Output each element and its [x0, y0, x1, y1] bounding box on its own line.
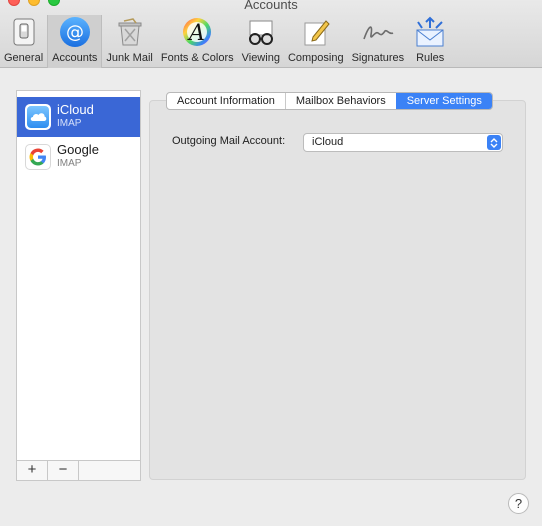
- toolbar-label: Signatures: [351, 52, 405, 64]
- toolbar-general[interactable]: General: [0, 15, 47, 68]
- toolbar-label: Accounts: [52, 52, 98, 64]
- toolbar-label: Composing: [287, 52, 344, 64]
- title-bar: Accounts General @ Accounts Junk Mail A …: [0, 0, 542, 68]
- settings-tab-bar: Account Information Mailbox Behaviors Se…: [166, 92, 493, 110]
- tab-server-settings[interactable]: Server Settings: [395, 93, 492, 109]
- account-type: IMAP: [57, 118, 82, 129]
- account-row-icloud[interactable]: iCloud IMAP: [17, 97, 140, 137]
- tab-account-information[interactable]: Account Information: [167, 93, 285, 109]
- toolbar-composing[interactable]: Composing: [284, 15, 348, 68]
- signature-icon: [360, 15, 396, 49]
- google-icon: [25, 144, 51, 170]
- svg-text:@: @: [66, 22, 84, 43]
- svg-text:A: A: [187, 21, 205, 46]
- toolbar-signatures[interactable]: Signatures: [348, 15, 409, 68]
- tab-mailbox-behaviors[interactable]: Mailbox Behaviors: [284, 93, 396, 109]
- toolbar-viewing[interactable]: Viewing: [238, 15, 284, 68]
- envelope-arrows-icon: [412, 15, 448, 49]
- outgoing-mail-account-value: iCloud: [312, 136, 344, 148]
- outgoing-mail-account-label: Outgoing Mail Account:: [172, 135, 286, 147]
- account-name: iCloud: [57, 102, 94, 117]
- toolbar-accounts[interactable]: @ Accounts: [47, 15, 103, 68]
- toolbar-fonts-colors[interactable]: A Fonts & Colors: [157, 15, 238, 68]
- remove-account-button[interactable]: −: [48, 461, 79, 480]
- outgoing-mail-account-select[interactable]: iCloud: [303, 133, 503, 152]
- account-name: Google: [57, 142, 99, 157]
- trash-bin-icon: [112, 15, 148, 49]
- accounts-list: iCloud IMAP Google IMAP: [16, 90, 141, 460]
- account-settings-panel: [149, 100, 526, 480]
- toolbar-label: General: [4, 52, 44, 64]
- icloud-icon: [25, 104, 51, 130]
- account-row-google[interactable]: Google IMAP: [17, 137, 140, 177]
- preferences-toolbar: General @ Accounts Junk Mail A Fonts & C…: [0, 15, 452, 68]
- glasses-icon: [243, 15, 279, 49]
- at-sign-icon: @: [57, 15, 93, 49]
- window-title: Accounts: [244, 0, 298, 12]
- help-button[interactable]: ?: [508, 493, 529, 514]
- toolbar-rules[interactable]: Rules: [408, 15, 452, 68]
- toolbar-label: Junk Mail: [106, 52, 153, 64]
- color-wheel-font-icon: A: [179, 15, 215, 49]
- toolbar-junk-mail[interactable]: Junk Mail: [102, 15, 156, 68]
- pencil-note-icon: [298, 15, 334, 49]
- toolbar-label: Fonts & Colors: [160, 52, 234, 64]
- toolbar-label: Viewing: [241, 52, 280, 64]
- toolbar-label: Rules: [416, 52, 445, 64]
- account-type: IMAP: [57, 158, 82, 169]
- general-switch-icon: [6, 15, 42, 49]
- chevron-up-down-icon: [487, 135, 501, 150]
- accounts-list-footer: + −: [16, 460, 141, 481]
- add-account-button[interactable]: +: [17, 461, 48, 480]
